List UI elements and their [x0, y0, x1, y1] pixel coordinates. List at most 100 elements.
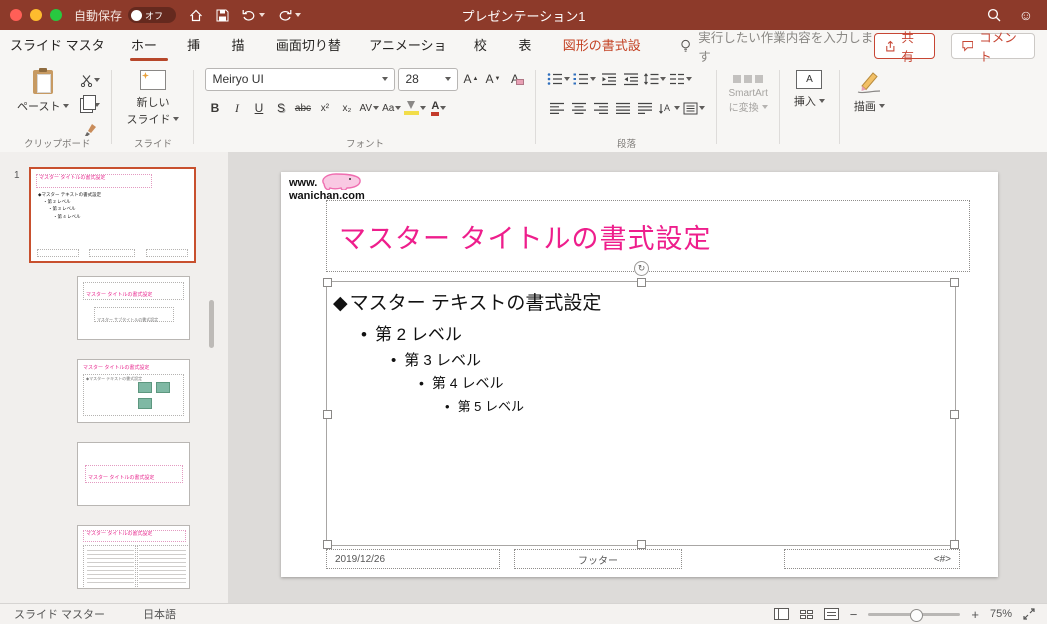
align-left-button[interactable]	[547, 98, 566, 118]
decrease-font-size-button[interactable]: A▼	[483, 69, 502, 89]
tab-review[interactable]: 校閲	[464, 30, 508, 62]
comments-button[interactable]: コメント	[951, 33, 1035, 59]
resize-handle-bottom-left[interactable]	[323, 540, 332, 549]
tab-shape-format[interactable]: 図形の書式設定	[553, 30, 658, 62]
resize-handle-top-right[interactable]	[950, 278, 959, 287]
strikethrough-button[interactable]: abc	[293, 98, 312, 118]
tell-me-box[interactable]: 実行したい作業内容を入力します	[680, 27, 874, 65]
thumbnail-layout-section[interactable]: マスター タイトルの書式設定	[77, 442, 190, 506]
search-button[interactable]	[987, 8, 1001, 22]
paste-button[interactable]: ペースト	[14, 68, 72, 116]
font-name-select[interactable]: Meiryo UI	[205, 68, 395, 91]
change-case-label: Aa	[382, 103, 394, 114]
tab-home[interactable]: ホーム	[121, 30, 177, 62]
superscript-button[interactable]: x²	[315, 98, 334, 118]
cut-button[interactable]	[80, 70, 100, 90]
resize-handle-middle-left[interactable]	[323, 410, 332, 419]
font-size-chevron-icon	[445, 77, 451, 81]
align-right-button[interactable]	[591, 98, 610, 118]
toggle-knob-icon	[131, 10, 142, 21]
ribbon-separator	[535, 70, 536, 144]
zoom-slider[interactable]	[868, 613, 960, 616]
thumbnail-master[interactable]: マスター タイトルの書式設定 ◆マスター テキストの書式設定 ・第 2 レベル …	[29, 167, 196, 263]
resize-handle-bottom-middle[interactable]	[637, 540, 646, 549]
language-label[interactable]: 日本語	[143, 606, 176, 622]
normal-view-button[interactable]	[774, 608, 789, 620]
text-direction-button[interactable]: A	[657, 98, 680, 118]
decrease-indent-button[interactable]	[599, 69, 618, 89]
close-window-button[interactable]	[10, 9, 22, 21]
minimize-window-button[interactable]	[30, 9, 42, 21]
account-smiley-icon[interactable]: ☺	[1019, 8, 1033, 22]
thumbnail-layout-two-content[interactable]: マスター タイトルの書式設定	[77, 525, 190, 589]
paste-label: ペースト	[17, 98, 60, 114]
italic-button[interactable]: I	[227, 98, 246, 118]
numbering-button[interactable]	[573, 69, 596, 89]
columns-chevron-icon	[686, 77, 692, 81]
tab-insert[interactable]: 挿入	[177, 30, 221, 62]
change-case-button[interactable]: Aa	[382, 98, 401, 118]
tab-view[interactable]: 表示	[508, 30, 552, 62]
columns-button[interactable]	[669, 69, 692, 89]
thumbnail-scrollbar[interactable]	[209, 300, 214, 348]
master-title-placeholder[interactable]: マスター タイトルの書式設定	[326, 200, 970, 272]
resize-handle-top-middle[interactable]	[637, 278, 646, 287]
font-color-button[interactable]: A	[429, 98, 448, 118]
smartart-label-2: に変換	[729, 99, 759, 114]
text-shadow-button[interactable]: S	[271, 98, 290, 118]
fit-to-window-button[interactable]	[1023, 608, 1035, 620]
draw-button[interactable]: 描画	[851, 68, 888, 116]
distribute-text-button[interactable]	[635, 98, 654, 118]
align-text-button[interactable]	[683, 98, 705, 118]
tab-slide-master[interactable]: スライド マスター	[0, 30, 121, 62]
zoom-percent[interactable]: 75%	[990, 608, 1012, 620]
clear-formatting-button[interactable]: A	[505, 69, 524, 89]
tab-draw[interactable]: 描画	[222, 30, 266, 62]
titlebar-right-icons: ☺	[987, 8, 1033, 22]
notes-view-button[interactable]	[824, 608, 839, 620]
increase-font-size-button[interactable]: A▲	[461, 69, 480, 89]
character-spacing-button[interactable]: AV	[359, 98, 379, 118]
zoom-slider-thumb[interactable]	[910, 609, 923, 622]
format-painter-icon	[83, 123, 97, 137]
tab-animations[interactable]: アニメーション	[359, 30, 464, 62]
autosave-toggle[interactable]: オフ	[128, 7, 176, 23]
footer-placeholder[interactable]: フッター	[514, 549, 682, 569]
zoom-out-button[interactable]: −	[850, 608, 858, 621]
save-icon	[216, 9, 229, 22]
zoom-window-button[interactable]	[50, 9, 62, 21]
layout3-image-placeholder-icon	[138, 398, 152, 409]
share-button[interactable]: 共有	[874, 33, 935, 59]
master-body-placeholder[interactable]: ↻ ◆マスター テキストの書式設定 •第 2 レベル •第 3 レベル •第 4…	[326, 281, 956, 546]
slide-number-text: <#>	[934, 554, 951, 565]
draw-label: 描画	[854, 98, 876, 114]
text-highlight-button[interactable]	[404, 98, 426, 118]
resize-handle-bottom-right[interactable]	[950, 540, 959, 549]
underline-button[interactable]: U	[249, 98, 268, 118]
home-button[interactable]	[189, 9, 203, 22]
bullets-button[interactable]	[547, 69, 570, 89]
thumbnail-layout-content[interactable]: マスター タイトルの書式設定 ◆マスター テキストの書式設定	[77, 359, 190, 423]
smartart-icon	[733, 72, 763, 86]
subscript-button[interactable]: x₂	[337, 98, 356, 118]
date-placeholder[interactable]: 2019/12/26	[326, 549, 500, 569]
bold-button[interactable]: B	[205, 98, 224, 118]
copy-button[interactable]	[80, 95, 100, 115]
save-button[interactable]	[216, 9, 229, 22]
zoom-in-button[interactable]: +	[971, 608, 979, 621]
convert-to-smartart-button[interactable]: SmartArt に変換	[728, 68, 767, 114]
resize-handle-top-left[interactable]	[323, 278, 332, 287]
rotate-handle[interactable]: ↻	[634, 261, 649, 276]
resize-handle-middle-right[interactable]	[950, 410, 959, 419]
thumbnail-layout-title[interactable]: マスター タイトルの書式設定 マスター サブタイトルの書式設定	[77, 276, 190, 340]
increase-indent-button[interactable]	[621, 69, 640, 89]
new-slide-button[interactable]: 新しい スライド	[123, 68, 182, 129]
align-center-button[interactable]	[569, 98, 588, 118]
justify-button[interactable]	[613, 98, 632, 118]
slide-sorter-view-button[interactable]	[800, 610, 813, 619]
slide-number-placeholder[interactable]: <#>	[784, 549, 960, 569]
insert-text-box-button[interactable]: A 挿入	[791, 68, 828, 111]
line-spacing-button[interactable]	[643, 69, 666, 89]
tab-transitions[interactable]: 画面切り替え	[266, 30, 359, 62]
font-size-select[interactable]: 28	[398, 68, 458, 91]
